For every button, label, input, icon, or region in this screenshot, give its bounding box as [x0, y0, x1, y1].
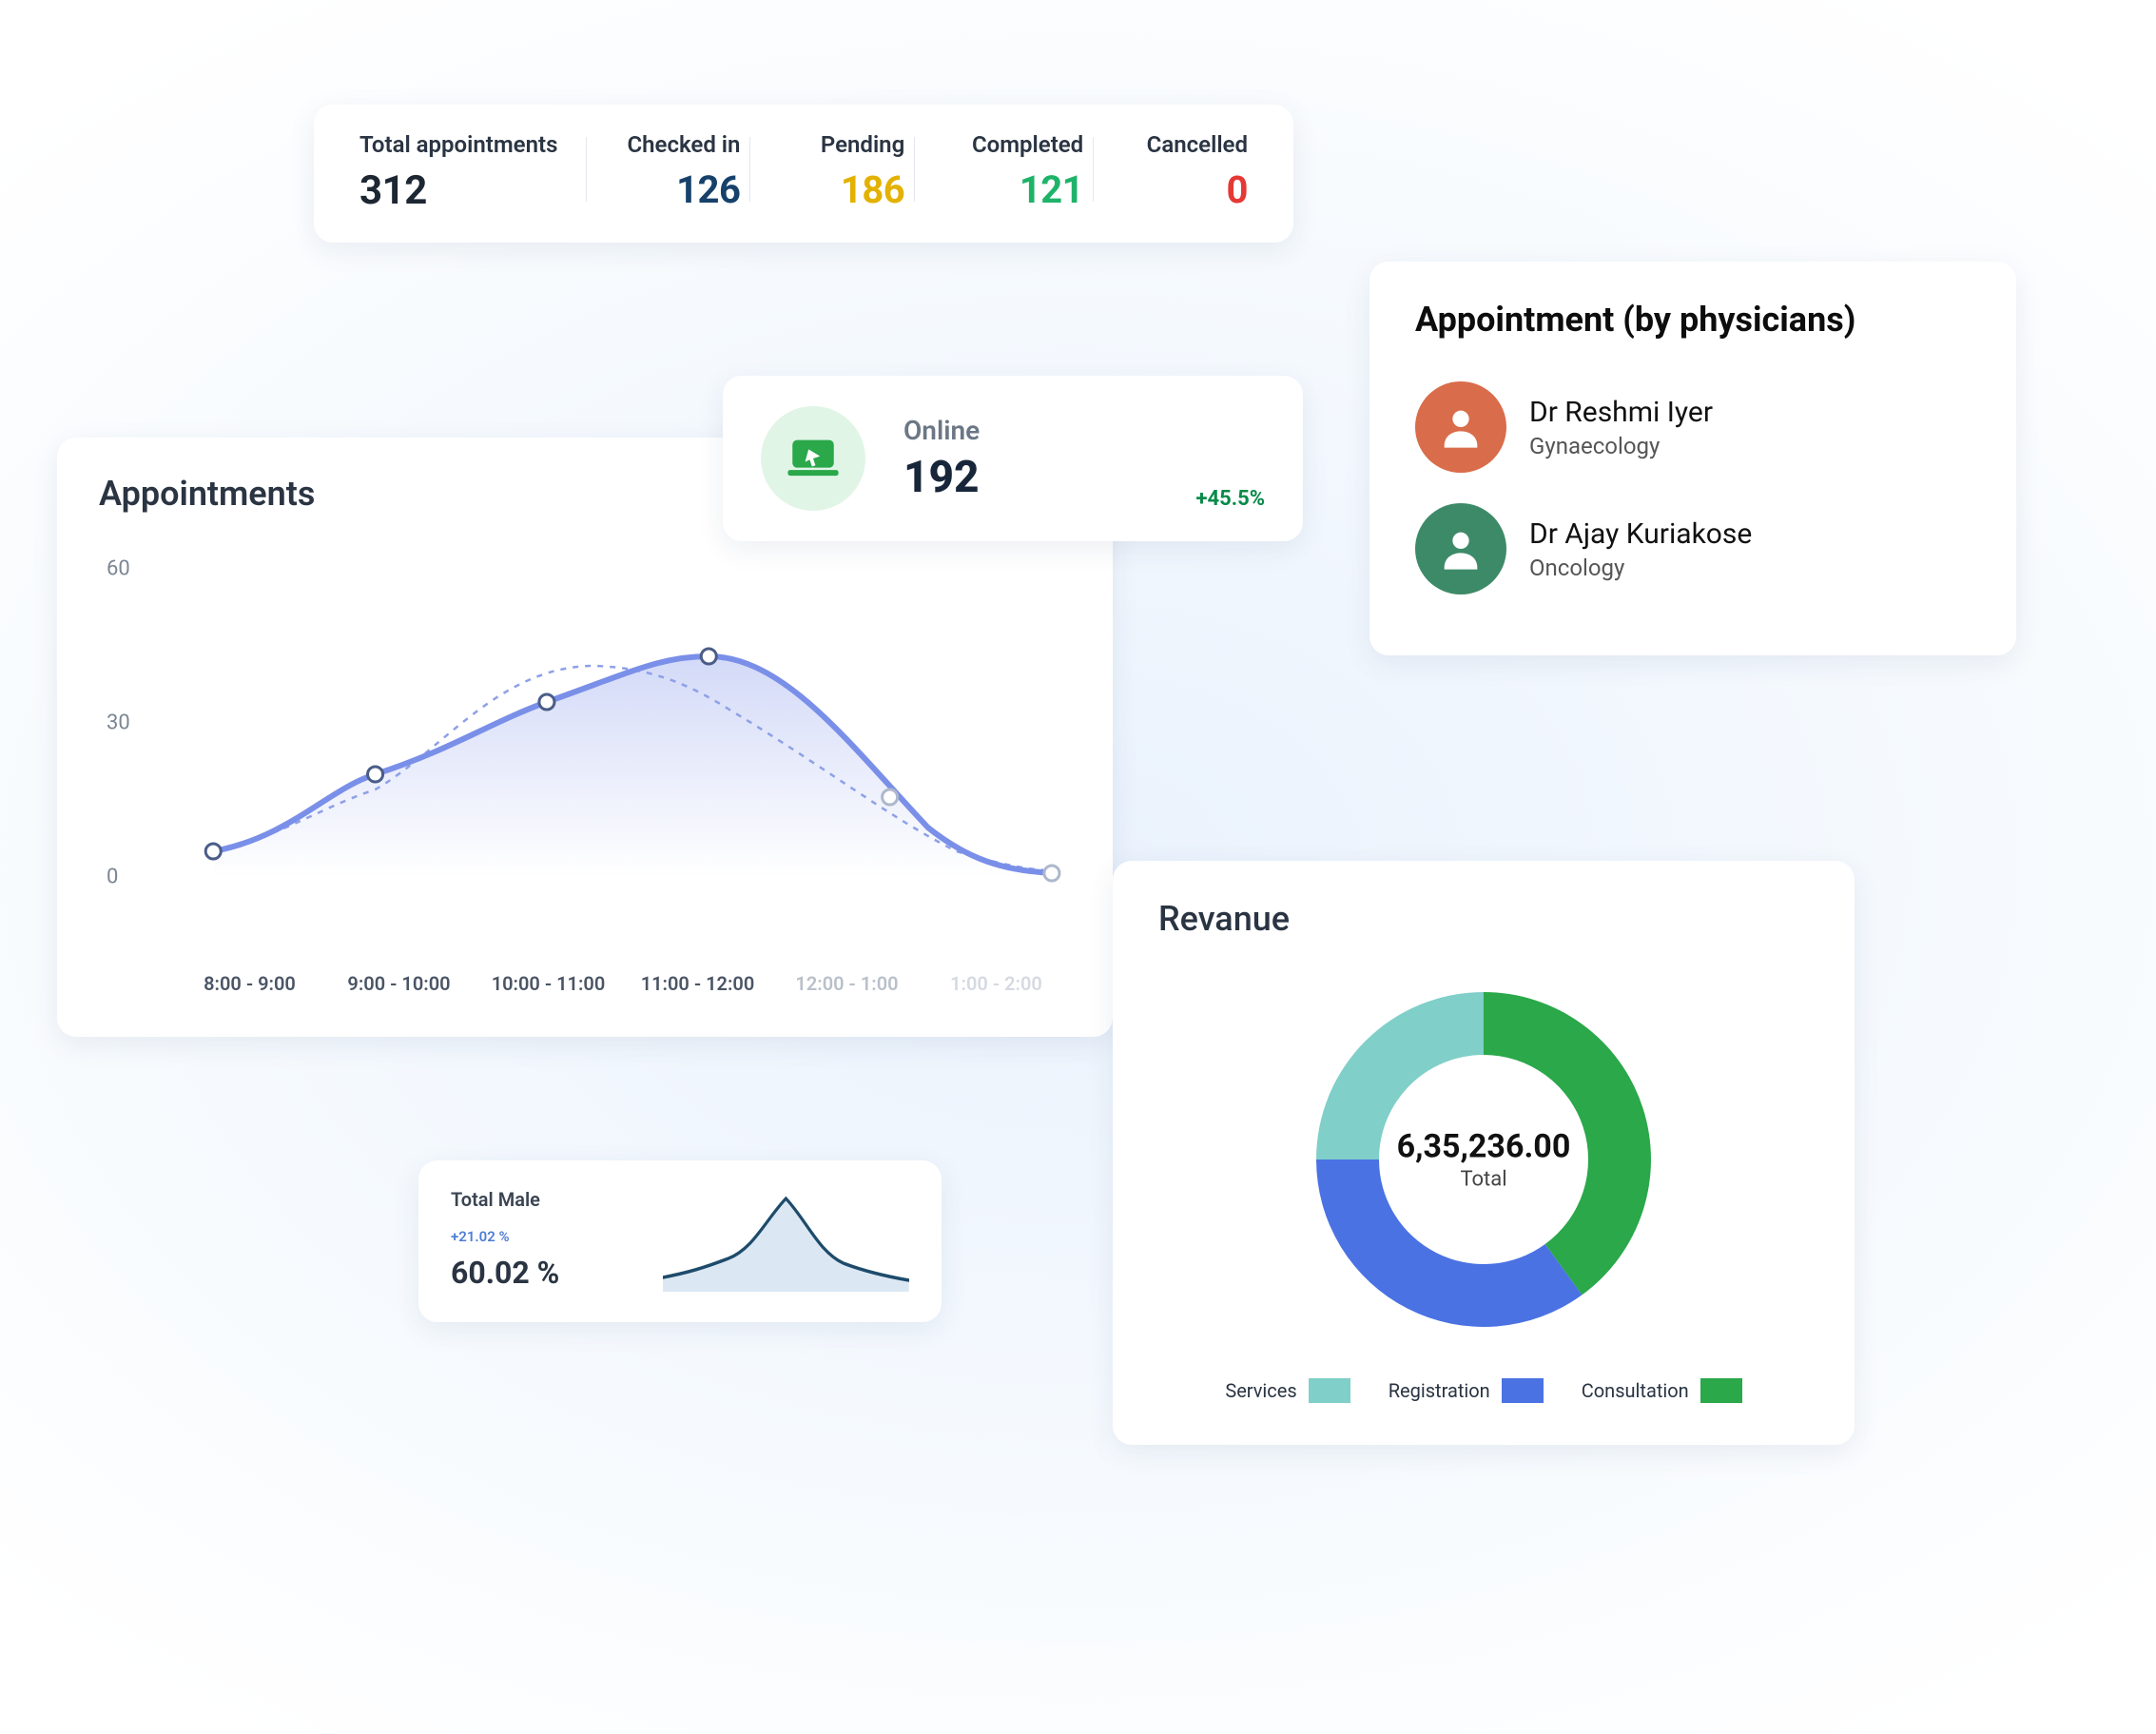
online-text: Online 192: [903, 415, 1158, 503]
revenue-donut: 6,35,236.00 Total: [1274, 950, 1693, 1369]
x-label: 1:00 - 2:00: [922, 972, 1071, 995]
total-male-card: Total Male +21.02 % 60.02 %: [418, 1160, 942, 1322]
y-tick: 0: [107, 866, 118, 889]
total-male-value: 60.02 %: [451, 1255, 644, 1291]
physicians-title: Appointment (by physicians): [1415, 300, 1971, 340]
stat-total-label: Total appointments: [359, 131, 576, 158]
online-label: Online: [903, 415, 1158, 446]
legend-label: Registration: [1389, 1379, 1490, 1402]
stat-completed-label: Completed: [972, 131, 1083, 158]
legend-item-consultation: Consultation: [1582, 1378, 1742, 1403]
stat-cancelled-value: 0: [1227, 167, 1248, 212]
stats-bar: Total appointments 312 Checked in 126 Pe…: [314, 105, 1293, 243]
legend-label: Services: [1225, 1379, 1296, 1402]
revenue-total-label: Total: [1397, 1168, 1571, 1192]
total-male-label: Total Male: [451, 1188, 644, 1211]
stat-completed-value: 121: [1020, 167, 1083, 212]
physician-row[interactable]: Dr Ajay Kuriakose Oncology: [1415, 488, 1971, 610]
appointments-chart-body: 60 30 0: [99, 523, 1071, 942]
y-tick: 60: [107, 557, 130, 581]
x-label: 11:00 - 12:00: [623, 972, 772, 995]
x-label: 10:00 - 11:00: [474, 972, 623, 995]
stat-pending: Pending 186: [750, 131, 914, 212]
y-tick: 30: [107, 711, 130, 735]
stat-checked: Checked in 126: [587, 131, 750, 212]
stat-pending-value: 186: [841, 167, 904, 212]
x-label: 12:00 - 1:00: [772, 972, 922, 995]
total-male-change: +21.02 %: [451, 1228, 644, 1245]
stat-checked-label: Checked in: [627, 131, 740, 158]
physician-name: Dr Reshmi Iyer: [1529, 396, 1713, 429]
legend-swatch: [1502, 1378, 1544, 1403]
appointments-line-svg: [99, 523, 1071, 942]
legend-label: Consultation: [1582, 1379, 1689, 1402]
legend-item-services: Services: [1225, 1378, 1350, 1403]
online-value: 192: [903, 452, 1158, 503]
laptop-icon: [761, 406, 865, 511]
legend-item-registration: Registration: [1389, 1378, 1544, 1403]
physician-specialty: Oncology: [1529, 555, 1752, 581]
total-male-chart: [663, 1187, 909, 1292]
stat-completed: Completed 121: [915, 131, 1093, 212]
revenue-donut-center: 6,35,236.00 Total: [1397, 1128, 1571, 1192]
revenue-title: Revanue: [1158, 899, 1809, 939]
stat-total: Total appointments 312: [350, 131, 586, 214]
revenue-total-value: 6,35,236.00: [1397, 1128, 1571, 1166]
x-label: 9:00 - 10:00: [324, 972, 474, 995]
physician-specialty: Gynaecology: [1529, 433, 1713, 459]
stat-total-value: 312: [359, 167, 576, 214]
online-change: +45.5%: [1196, 487, 1266, 511]
physicians-card: Appointment (by physicians) Dr Reshmi Iy…: [1369, 262, 2016, 655]
legend-swatch: [1700, 1378, 1742, 1403]
stat-pending-label: Pending: [821, 131, 904, 158]
physician-row[interactable]: Dr Reshmi Iyer Gynaecology: [1415, 366, 1971, 488]
revenue-card: Revanue 6,35,236.00 Total Services Regis…: [1113, 861, 1855, 1445]
revenue-legend: Services Registration Consultation: [1158, 1378, 1809, 1403]
stat-cancelled-label: Cancelled: [1147, 131, 1248, 158]
physician-name: Dr Ajay Kuriakose: [1529, 517, 1752, 551]
avatar: [1415, 503, 1506, 594]
online-card: Online 192 +45.5%: [723, 376, 1303, 541]
legend-swatch: [1309, 1378, 1350, 1403]
x-label: 8:00 - 9:00: [175, 972, 324, 995]
appointments-x-labels: 8:00 - 9:00 9:00 - 10:00 10:00 - 11:00 1…: [99, 972, 1071, 995]
stat-cancelled: Cancelled 0: [1094, 131, 1257, 212]
avatar: [1415, 381, 1506, 473]
stat-checked-value: 126: [676, 167, 740, 212]
